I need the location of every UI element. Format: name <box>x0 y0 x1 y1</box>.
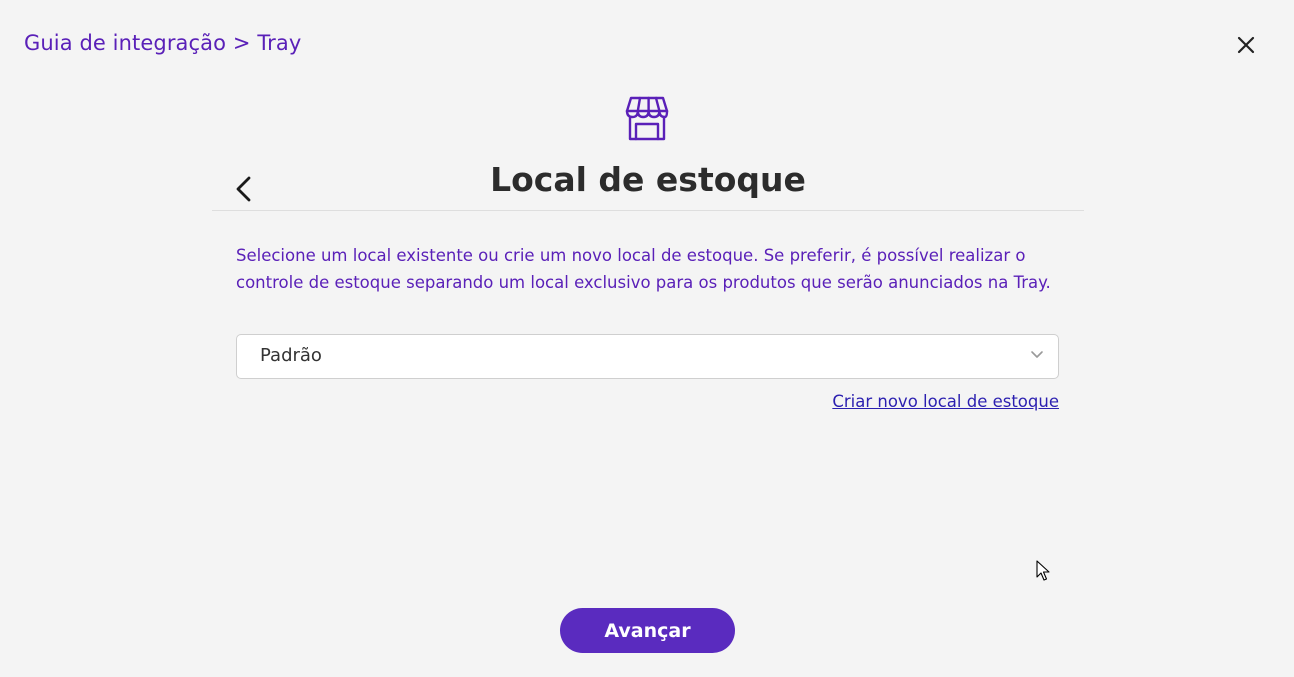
store-icon <box>625 96 669 141</box>
title-divider <box>212 210 1084 211</box>
next-button[interactable]: Avançar <box>560 608 735 653</box>
close-icon <box>1237 36 1255 54</box>
close-button[interactable] <box>1234 33 1258 57</box>
chevron-down-icon <box>1031 351 1043 358</box>
step-description: Selecione um local existente ou crie um … <box>236 246 1051 292</box>
mouse-cursor-icon <box>1036 560 1050 581</box>
create-stock-location-link[interactable]: Criar novo local de estoque <box>832 392 1059 411</box>
select-value: Padrão <box>260 345 322 366</box>
breadcrumb: Guia de integração > Tray <box>24 31 302 55</box>
stock-location-select[interactable]: Padrão <box>236 334 1059 379</box>
page-title: Local de estoque <box>490 160 806 199</box>
